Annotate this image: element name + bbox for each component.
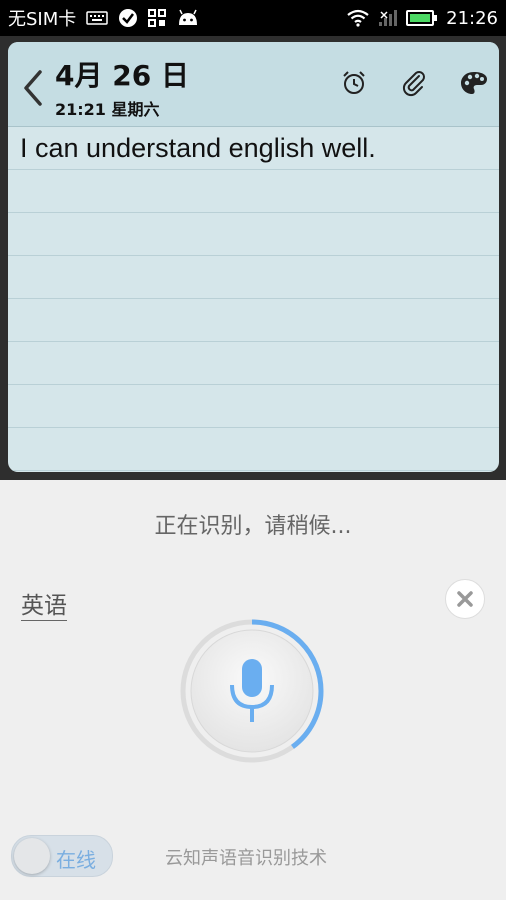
language-selector[interactable]: 英语 [21,586,67,621]
mic-button[interactable] [180,619,324,763]
recognition-status: 正在识别，请稍候... [154,514,352,539]
signal-icon [378,9,398,27]
wifi-icon [346,9,370,27]
qr-grid-icon [148,9,167,27]
note-card: 4月 26 日 21:21 星期六 I can understand engli… [8,42,499,472]
keyboard-icon [86,11,109,25]
attachment-button[interactable] [399,68,429,98]
close-icon [457,591,473,607]
note-container: 4月 26 日 21:21 星期六 I can understand engli… [0,36,506,480]
chevron-left-icon [24,70,42,106]
paperclip-icon [402,71,425,97]
back-button[interactable] [20,68,46,108]
online-toggle[interactable]: 在线 [11,835,113,877]
clock: 21:26 [446,7,498,29]
credit-text: 云知声语音识别技术 [165,848,327,869]
voice-recognition-panel: 正在识别，请稍候... 英语 在线 云知声语音识别技术 [0,480,506,900]
alarm-icon [343,71,365,94]
theme-button[interactable] [459,68,489,98]
note-header: 4月 26 日 21:21 星期六 [8,42,499,127]
palette-icon [461,72,487,94]
note-date: 4月 26 日 [55,59,189,92]
android-icon [176,9,200,27]
status-bar: 无SIM卡 21:26 [0,0,506,36]
alarm-button[interactable] [339,68,369,98]
battery-icon [406,10,438,26]
check-circle-icon [118,8,138,28]
note-time-weekday: 21:21 星期六 [55,100,160,119]
close-button[interactable] [445,579,485,619]
online-toggle-label: 在线 [56,848,96,872]
carrier-label: 无SIM卡 [8,9,77,30]
note-body[interactable]: I can understand english well. [8,127,499,472]
toggle-knob [14,838,50,874]
note-content[interactable]: I can understand english well. [20,133,376,164]
